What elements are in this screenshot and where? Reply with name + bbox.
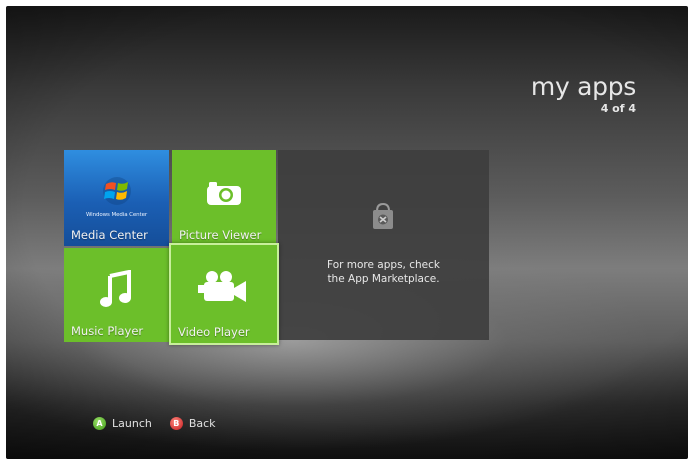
- dashboard-screen: my apps 4 of 4 Windows Media Center Medi…: [6, 6, 688, 459]
- tile-music-player[interactable]: Music Player: [64, 248, 169, 342]
- camera-icon: [207, 182, 241, 205]
- music-note-icon: [99, 270, 131, 307]
- shopping-bag-icon: [373, 202, 393, 229]
- marketplace-panel[interactable]: For more apps, check the App Marketplace…: [278, 150, 489, 340]
- windows-logo-icon: [102, 177, 131, 205]
- media-center-logo-text: Windows Media Center: [85, 212, 148, 218]
- tile-media-center[interactable]: Windows Media Center Media Center: [64, 150, 169, 246]
- tile-label: Media Center: [71, 228, 148, 242]
- tile-label: Video Player: [178, 325, 250, 339]
- video-camera-icon: [198, 271, 246, 302]
- a-button-icon[interactable]: A: [93, 417, 106, 430]
- tile-label: Picture Viewer: [179, 228, 262, 242]
- page-title: my apps: [530, 72, 636, 101]
- back-hint-label: Back: [188, 417, 216, 430]
- marketplace-message: For more apps, check the App Marketplace…: [278, 258, 489, 286]
- page-header: my apps 4 of 4: [531, 72, 636, 115]
- app-count: 4 of 4: [600, 102, 636, 115]
- launch-hint-label: Launch: [112, 417, 152, 430]
- controller-hints: A Launch B Back: [93, 417, 216, 430]
- tile-label: Music Player: [71, 324, 144, 338]
- tile-picture-viewer[interactable]: Picture Viewer: [172, 150, 276, 246]
- marketplace-line-2: the App Marketplace.: [327, 273, 440, 285]
- tile-video-player[interactable]: Video Player: [169, 243, 279, 345]
- b-button-icon[interactable]: B: [169, 417, 183, 430]
- marketplace-line-1: For more apps, check: [327, 259, 440, 271]
